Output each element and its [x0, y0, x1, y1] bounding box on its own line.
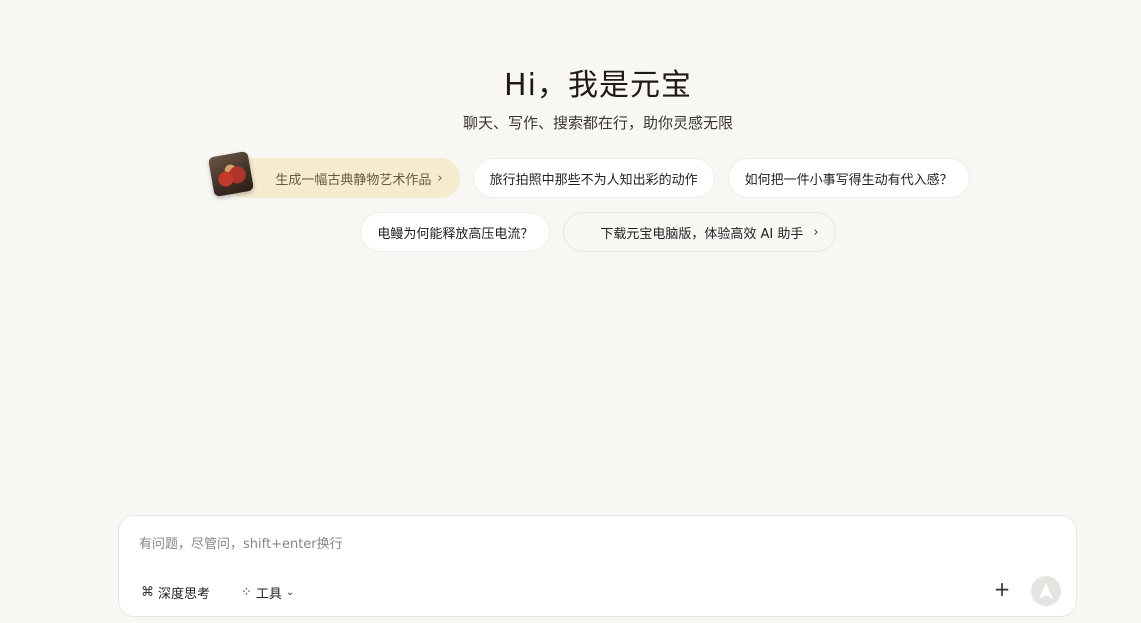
greeting-subtitle: 聊天、写作、搜索都在行，助你灵感无限	[462, 114, 733, 132]
suggestion-label: 旅行拍照中那些不为人知出彩的动作	[489, 172, 698, 188]
still-life-thumbnail	[208, 150, 255, 198]
chat-input[interactable]	[139, 534, 1039, 554]
deep-think-label: 深度思考	[158, 586, 211, 602]
suggestion-label: 电鳗为何能释放高压电流？	[377, 226, 534, 242]
suggestion-label: 生成一幅古典静物艺术作品	[275, 172, 432, 188]
tools-dropdown-button[interactable]: ⁘ 工具 ⌄	[241, 582, 294, 602]
plus-icon: +	[993, 577, 1011, 601]
tools-grid-icon: ⁘	[241, 584, 252, 600]
download-desktop-chip[interactable]: 下载元宝电脑版，体验高效 AI 助手 ›	[563, 212, 836, 252]
send-button[interactable]	[1031, 576, 1061, 606]
deep-think-button[interactable]: ⌘ 深度思考	[141, 582, 210, 602]
suggestion-label: 下载元宝电脑版，体验高效 AI 助手	[600, 226, 804, 242]
chat-composer: ⌘ 深度思考 ⁘ 工具 ⌄ +	[118, 515, 1077, 617]
chevron-right-icon: ›	[437, 170, 443, 186]
suggestion-chip-vivid-writing[interactable]: 如何把一件小事写得生动有代入感？	[727, 158, 970, 198]
greeting-title: Hi，我是元宝	[504, 68, 692, 103]
tools-label: 工具	[255, 586, 282, 602]
suggestion-label: 如何把一件小事写得生动有代入感？	[744, 172, 953, 188]
chevron-right-icon: ›	[813, 224, 819, 240]
suggestion-row-1: 生成一幅古典静物艺术作品 › 旅行拍照中那些不为人知出彩的动作 如何把一件小事写…	[0, 150, 1141, 198]
suggestion-chip-travel-photo[interactable]: 旅行拍照中那些不为人知出彩的动作	[472, 158, 715, 198]
suggestion-chip-electric-eel[interactable]: 电鳗为何能释放高压电流？	[360, 212, 551, 252]
suggestion-row-2: 电鳗为何能释放高压电流？ 下载元宝电脑版，体验高效 AI 助手 ›	[0, 212, 1141, 252]
page: Hi，我是元宝 聊天、写作、搜索都在行，助你灵感无限 生成一幅古典静物艺术作品 …	[0, 0, 1141, 623]
send-arrow-icon	[1039, 583, 1053, 599]
chevron-down-icon: ⌄	[285, 586, 295, 598]
suggestion-chip-still-life[interactable]: 生成一幅古典静物艺术作品 ›	[208, 150, 460, 198]
deep-think-icon: ⌘	[141, 584, 154, 600]
add-attachment-button[interactable]: +	[991, 577, 1013, 601]
